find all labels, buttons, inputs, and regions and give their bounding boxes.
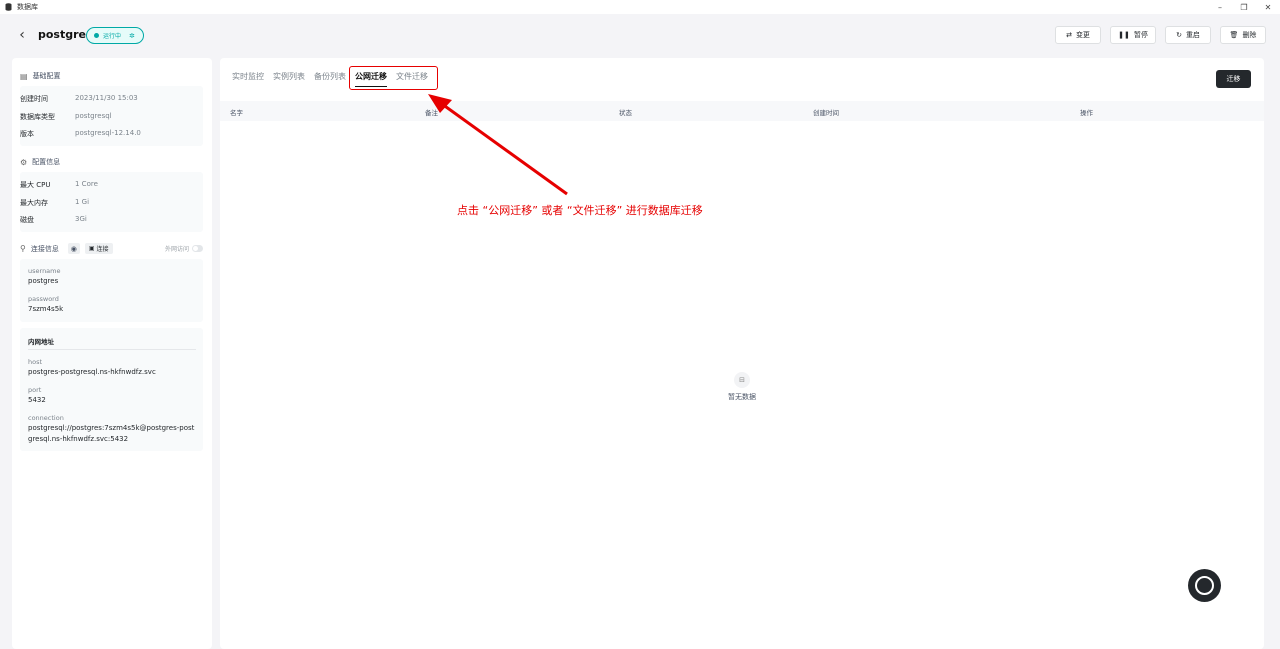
back-button[interactable]: ‹ — [14, 27, 30, 43]
annotation-text: 点击 “公网迁移” 或者 “文件迁移” 进行数据库迁移 — [457, 204, 703, 217]
pause-label: 暂停 — [1133, 31, 1148, 39]
database-app-icon — [5, 3, 12, 11]
tab-backups[interactable]: 备份列表 — [314, 71, 346, 87]
info-value: 3Gi — [75, 215, 87, 223]
username-value: postgres — [28, 277, 59, 285]
pause-icon: ❚❚ — [1118, 31, 1130, 39]
column-header: 备注 — [425, 109, 438, 117]
info-row: 创建时间 2023/11/30 15:03 — [20, 94, 138, 104]
status-text: 运行中 — [103, 33, 122, 40]
tab-monitor[interactable]: 实时监控 — [232, 71, 264, 87]
info-key: 磁盘 — [20, 216, 34, 224]
column-header: 操作 — [1080, 109, 1093, 117]
terminal-icon: ▣ — [88, 245, 95, 252]
loading-icon: ✲ — [129, 31, 135, 40]
connection-header: ⚲ 连接信息 ◉ ▣ 连接 外网访问 — [20, 243, 203, 254]
status-badge: 运行中 ✲ — [86, 27, 144, 44]
config-info-title: ⚙ 配置信息 — [20, 157, 60, 167]
window-title: 数据库 — [17, 3, 38, 11]
external-access: 外网访问 — [165, 244, 203, 253]
info-key: 最大内存 — [20, 199, 48, 207]
info-row: 数据库类型 postgresql — [20, 112, 112, 122]
port-value: 5432 — [28, 396, 46, 404]
connect-label: 连接 — [96, 246, 109, 253]
main-panel: 实时监控 实例列表 备份列表 公网迁移 文件迁移 迁移 名字 备注 状态 创建时… — [220, 58, 1264, 649]
username-label: username — [28, 267, 61, 275]
info-value: 1 Core — [75, 180, 98, 188]
info-key: 最大 CPU — [20, 181, 51, 189]
basic-config-label: 基础配置 — [32, 72, 61, 80]
empty-text: 暂无数据 — [728, 393, 756, 401]
divider — [28, 349, 196, 350]
info-key: 创建时间 — [20, 95, 48, 103]
column-header: 名字 — [230, 109, 243, 117]
external-access-toggle[interactable] — [192, 245, 203, 252]
host-value: postgres-postgresql.ns-hkfnwdfz.svc — [28, 368, 156, 376]
info-value: postgresql — [75, 112, 112, 120]
floating-assistant-button[interactable] — [1188, 569, 1221, 602]
info-key: 版本 — [20, 130, 34, 138]
show-password-button[interactable]: ◉ — [67, 243, 80, 254]
status-dot-icon — [94, 33, 99, 38]
empty-box-icon: ⊟ — [734, 372, 750, 388]
link-icon: ⚲ — [20, 244, 26, 253]
restart-icon: ↻ — [1176, 31, 1182, 39]
page-header: ‹ postgres 运行中 ✲ ⇄ 变更 ❚❚ 暂停 ↻ 重启 🗑 删除 — [0, 14, 1280, 58]
info-row: 最大内存 1 Gi — [20, 198, 89, 208]
gear-icon: ⚙ — [20, 157, 28, 167]
header-actions: ⇄ 变更 ❚❚ 暂停 ↻ 重启 🗑 删除 — [1055, 26, 1266, 44]
column-header: 创建时间 — [813, 109, 839, 117]
password-label: password — [28, 295, 59, 303]
change-icon: ⇄ — [1066, 31, 1072, 39]
column-header: 状态 — [619, 109, 632, 117]
chevron-left-icon: ‹ — [19, 27, 25, 43]
close-button[interactable]: ✕ — [1256, 0, 1280, 14]
password-value: 7szm4s5k — [28, 305, 64, 313]
database-name: postgres — [38, 28, 93, 41]
info-row: 版本 postgresql-12.14.0 — [20, 129, 141, 139]
delete-label: 删除 — [1242, 31, 1257, 39]
info-value: 2023/11/30 15:03 — [75, 94, 138, 102]
connection-info-label: 连接信息 — [30, 244, 59, 253]
delete-button[interactable]: 🗑 删除 — [1220, 26, 1266, 44]
change-label: 变更 — [1075, 31, 1090, 39]
tab-highlight-box — [349, 66, 438, 90]
info-row: 磁盘 3Gi — [20, 215, 87, 225]
info-value: 1 Gi — [75, 198, 90, 206]
eye-icon: ◉ — [70, 244, 77, 253]
connection-string: postgresql://postgres:7szm4s5k@postgres-… — [28, 424, 195, 443]
change-button[interactable]: ⇄ 变更 — [1055, 26, 1101, 44]
pause-button[interactable]: ❚❚ 暂停 — [1110, 26, 1156, 44]
basic-config-title: ▤ 基础配置 — [20, 71, 61, 81]
info-value: postgresql-12.14.0 — [75, 129, 141, 137]
host-label: host — [28, 358, 43, 366]
empty-state: ⊟ 暂无数据 — [722, 372, 762, 402]
config-info-label: 配置信息 — [32, 158, 61, 166]
detail-sidebar: ▤ 基础配置 创建时间 2023/11/30 15:03 数据库类型 postgre… — [12, 58, 212, 649]
connect-button[interactable]: ▣ 连接 — [84, 243, 113, 254]
info-key: 数据库类型 — [20, 113, 55, 121]
connection-label: connection — [28, 414, 64, 422]
restore-button[interactable]: ❐ — [1232, 0, 1256, 14]
ring-icon — [1195, 576, 1214, 595]
window-titlebar: 数据库 – ❐ ✕ — [0, 0, 1280, 14]
internal-address-title: 内网地址 — [28, 338, 54, 346]
migrate-button[interactable]: 迁移 — [1216, 70, 1251, 88]
restart-button[interactable]: ↻ 重启 — [1165, 26, 1211, 44]
trash-icon: 🗑 — [1229, 31, 1239, 39]
info-row: 最大 CPU 1 Core — [20, 180, 98, 190]
port-label: port — [28, 386, 42, 394]
table-header: 名字 备注 状态 创建时间 操作 — [220, 101, 1264, 121]
minimize-button[interactable]: – — [1208, 0, 1232, 14]
restart-label: 重启 — [1185, 31, 1200, 39]
tab-instances[interactable]: 实例列表 — [273, 71, 305, 87]
external-access-label: 外网访问 — [164, 246, 189, 253]
list-icon: ▤ — [20, 71, 28, 81]
